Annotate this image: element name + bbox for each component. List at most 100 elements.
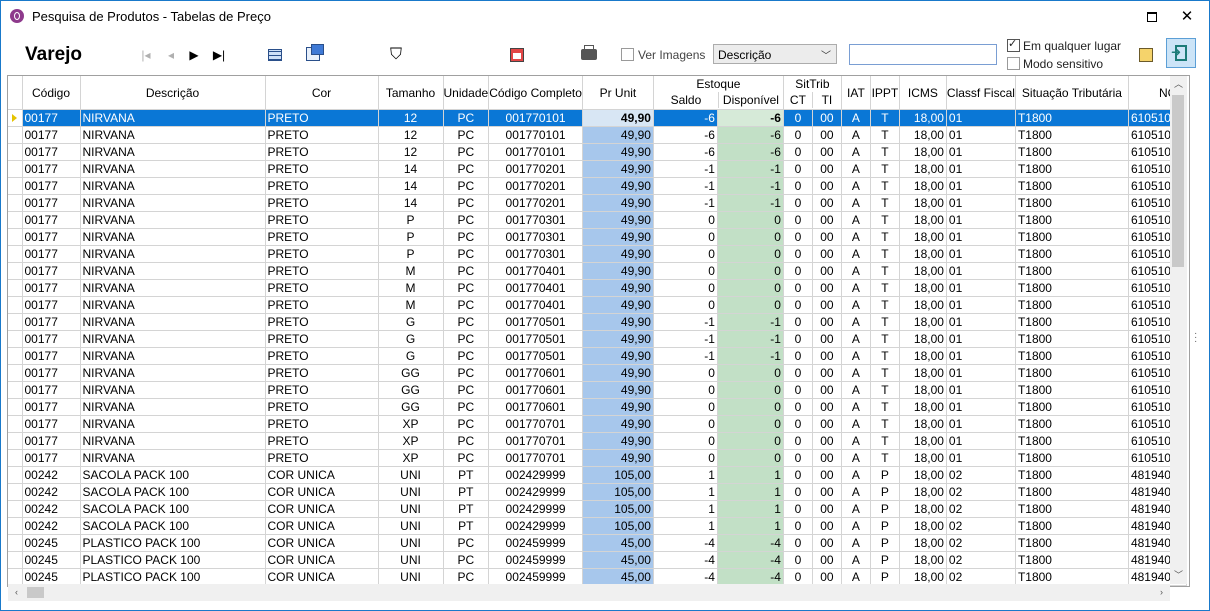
cell-pr-unit[interactable]: 49,90	[582, 126, 654, 144]
cell-ct[interactable]: 0	[783, 517, 813, 535]
cell-descricao[interactable]: NIRVANA	[80, 313, 266, 331]
cell-tamanho[interactable]: UNI	[378, 568, 444, 586]
cell-ct[interactable]: 0	[783, 109, 813, 127]
cell-classf-fiscal[interactable]: 01	[946, 381, 1016, 399]
cell-descricao[interactable]: NIRVANA	[80, 194, 266, 212]
em-qualquer-lugar-checkbox[interactable]	[1007, 37, 1020, 52]
cell-icms[interactable]: 18,00	[899, 211, 947, 229]
cell-classf-fiscal[interactable]: 02	[946, 534, 1016, 552]
cell-ti[interactable]: 00	[812, 177, 842, 195]
cell-codigo[interactable]: 00177	[22, 160, 81, 178]
cell-ti[interactable]: 00	[812, 449, 842, 467]
cell-iat[interactable]: A	[841, 449, 871, 467]
cell-ippt[interactable]: T	[870, 160, 900, 178]
cell-pr-unit[interactable]: 49,90	[582, 194, 654, 212]
cell-iat[interactable]: A	[841, 432, 871, 450]
cell-iat[interactable]: A	[841, 313, 871, 331]
cell-pr-unit[interactable]: 105,00	[582, 483, 654, 501]
cell-cor[interactable]: PRETO	[265, 279, 379, 297]
cell-icms[interactable]: 18,00	[899, 126, 947, 144]
cell-iat[interactable]: A	[841, 143, 871, 161]
cell-codigo[interactable]: 00242	[22, 466, 81, 484]
cell-saldo[interactable]: 0	[653, 364, 718, 382]
cell-descricao[interactable]: NIRVANA	[80, 143, 266, 161]
cell-classf-fiscal[interactable]: 01	[946, 364, 1016, 382]
cell-pr-unit[interactable]: 45,00	[582, 534, 654, 552]
cell-cor[interactable]: COR UNICA	[265, 517, 379, 535]
cell-codigo-completo[interactable]: 001770201	[488, 160, 583, 178]
cell-cor[interactable]: PRETO	[265, 160, 379, 178]
row-indicator[interactable]	[8, 143, 23, 161]
cell-codigo-completo[interactable]: 001770601	[488, 381, 583, 399]
cell-cor[interactable]: PRETO	[265, 296, 379, 314]
row-indicator[interactable]	[8, 211, 23, 229]
cell-descricao[interactable]: PLASTICO PACK 100	[80, 534, 266, 552]
cell-unidade[interactable]: PC	[443, 245, 490, 263]
cell-cor[interactable]: PRETO	[265, 109, 379, 127]
horizontal-scrollbar[interactable]: ‹ ›	[8, 584, 1170, 601]
table-row[interactable]: 00242 SACOLA PACK 100 COR UNICA UNI PT 002429…	[8, 517, 1188, 535]
cell-tamanho[interactable]: 14	[378, 160, 444, 178]
cell-tamanho[interactable]: UNI	[378, 534, 444, 552]
row-indicator[interactable]	[8, 381, 23, 399]
header-ti[interactable]: TI	[813, 92, 841, 108]
cell-descricao[interactable]: PLASTICO PACK 100	[80, 568, 266, 586]
cell-codigo[interactable]: 00177	[22, 194, 81, 212]
row-indicator[interactable]	[8, 517, 23, 535]
cell-cor[interactable]: COR UNICA	[265, 534, 379, 552]
cell-pr-unit[interactable]: 49,90	[582, 211, 654, 229]
cell-unidade[interactable]: PC	[443, 194, 490, 212]
cell-codigo-completo[interactable]: 002429999	[488, 466, 583, 484]
cell-disponivel[interactable]: -1	[717, 347, 784, 365]
cell-ti[interactable]: 00	[812, 313, 842, 331]
cell-cor[interactable]: PRETO	[265, 432, 379, 450]
cell-descricao[interactable]: NIRVANA	[80, 330, 266, 348]
cell-pr-unit[interactable]: 49,90	[582, 296, 654, 314]
cell-unidade[interactable]: PT	[443, 466, 490, 484]
cell-saldo[interactable]: -6	[653, 109, 718, 127]
cell-saldo[interactable]: 1	[653, 483, 718, 501]
vertical-scrollbar[interactable]: ︿ ﹀	[1170, 76, 1187, 584]
cell-descricao[interactable]: NIRVANA	[80, 432, 266, 450]
cell-codigo-completo[interactable]: 002459999	[488, 551, 583, 569]
cell-icms[interactable]: 18,00	[899, 177, 947, 195]
cell-icms[interactable]: 18,00	[899, 415, 947, 433]
cell-tamanho[interactable]: XP	[378, 432, 444, 450]
cell-situacao-tributaria[interactable]: T1800	[1015, 398, 1129, 416]
cell-saldo[interactable]: 1	[653, 466, 718, 484]
cell-descricao[interactable]: NIRVANA	[80, 415, 266, 433]
vertical-scroll-thumb[interactable]	[1172, 95, 1184, 267]
cell-pr-unit[interactable]: 49,90	[582, 262, 654, 280]
cell-situacao-tributaria[interactable]: T1800	[1015, 364, 1129, 382]
cell-tamanho[interactable]: 12	[378, 126, 444, 144]
cell-icms[interactable]: 18,00	[899, 262, 947, 280]
cell-disponivel[interactable]: 0	[717, 398, 784, 416]
table-row[interactable]: 00177 NIRVANA PRETO M PC 001770401 49,90 0 0 0 00 A…	[8, 296, 1188, 314]
cell-ct[interactable]: 0	[783, 568, 813, 586]
row-indicator[interactable]	[8, 160, 23, 178]
cell-pr-unit[interactable]: 49,90	[582, 177, 654, 195]
cell-situacao-tributaria[interactable]: T1800	[1015, 143, 1129, 161]
row-indicator[interactable]	[8, 500, 23, 518]
modo-sensitivo-checkbox[interactable]	[1007, 57, 1020, 70]
table-row[interactable]: 00177 NIRVANA PRETO 12 PC 001770101 49,90 -6 -6 0…	[8, 143, 1188, 161]
cell-ct[interactable]: 0	[783, 381, 813, 399]
cell-pr-unit[interactable]: 105,00	[582, 517, 654, 535]
cell-tamanho[interactable]: UNI	[378, 551, 444, 569]
cell-classf-fiscal[interactable]: 02	[946, 517, 1016, 535]
cell-codigo[interactable]: 00177	[22, 415, 81, 433]
cell-descricao[interactable]: SACOLA PACK 100	[80, 517, 266, 535]
cell-icms[interactable]: 18,00	[899, 398, 947, 416]
cell-codigo-completo[interactable]: 001770101	[488, 109, 583, 127]
row-indicator[interactable]	[8, 296, 23, 314]
row-indicator[interactable]	[8, 262, 23, 280]
cell-tamanho[interactable]: 14	[378, 194, 444, 212]
cell-ct[interactable]: 0	[783, 500, 813, 518]
cell-saldo[interactable]: 0	[653, 432, 718, 450]
cell-cor[interactable]: PRETO	[265, 245, 379, 263]
cell-ct[interactable]: 0	[783, 279, 813, 297]
cell-codigo[interactable]: 00242	[22, 517, 81, 535]
cell-pr-unit[interactable]: 49,90	[582, 228, 654, 246]
previous-record-icon[interactable]: ◂	[161, 45, 181, 65]
cell-ti[interactable]: 00	[812, 194, 842, 212]
